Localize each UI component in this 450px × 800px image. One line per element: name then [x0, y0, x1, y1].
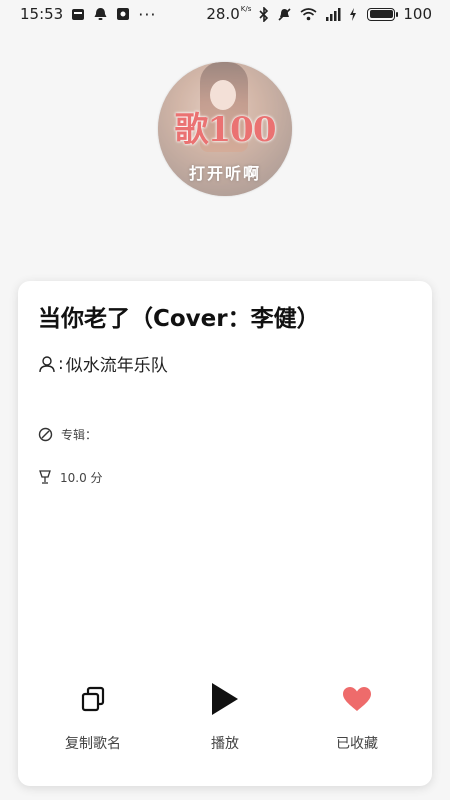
- status-bar-left: 15:53 ···: [20, 5, 157, 24]
- battery-level: 100: [403, 5, 432, 23]
- song-detail-card: 当你老了（Cover：李健） : 似水流年乐队 专辑： 10.0 分 复制歌名 …: [18, 281, 432, 786]
- favorite-label: 已收藏: [336, 736, 378, 752]
- play-label: 播放: [211, 736, 239, 752]
- charging-icon: [349, 7, 357, 21]
- mute-icon: [277, 7, 292, 22]
- network-speed-unit: K/s: [240, 5, 252, 13]
- score-row: 10.0 分: [38, 469, 103, 486]
- heart-icon: [342, 681, 372, 717]
- play-icon: [209, 681, 241, 717]
- copy-song-name-button[interactable]: 复制歌名: [33, 681, 153, 753]
- signal-icon: [325, 7, 341, 21]
- copy-icon: [79, 681, 107, 717]
- battery-icon: [367, 7, 399, 21]
- artist-name: 似水流年乐队: [65, 356, 168, 376]
- score-value: 10.0 分: [60, 471, 103, 485]
- status-time: 15:53: [20, 5, 64, 23]
- action-bar: 复制歌名 播放 已收藏: [18, 681, 432, 753]
- cover-overlay: [158, 62, 292, 196]
- favorite-button[interactable]: 已收藏: [297, 681, 417, 753]
- artist-prefix: :: [58, 353, 64, 374]
- album-label: 专辑：: [61, 428, 98, 442]
- notification-bell-icon: [93, 7, 108, 21]
- network-speed-value: 28.0: [206, 5, 240, 23]
- album-row: 专辑：: [38, 426, 105, 443]
- more-notifications-icon: ···: [138, 4, 157, 24]
- artist-row: : 似水流年乐队: [38, 351, 168, 376]
- play-button[interactable]: 播放: [165, 681, 285, 753]
- calendar-icon: [71, 7, 85, 21]
- app-notification-icon: [116, 7, 130, 21]
- bluetooth-icon: [259, 6, 269, 22]
- network-speed: 28.0 K/s: [206, 5, 251, 23]
- person-icon: [38, 355, 56, 373]
- status-bar: 15:53 ··· 28.0 K/s 100: [0, 0, 450, 28]
- album-cover-image: 歌100 打开听啊: [158, 62, 292, 196]
- disc-icon: [38, 427, 53, 442]
- wifi-icon: [300, 7, 317, 21]
- status-bar-right: 28.0 K/s 100: [206, 5, 432, 23]
- trophy-icon: [38, 470, 52, 485]
- copy-song-name-label: 复制歌名: [65, 736, 121, 752]
- song-title: 当你老了（Cover：李健）: [38, 306, 320, 332]
